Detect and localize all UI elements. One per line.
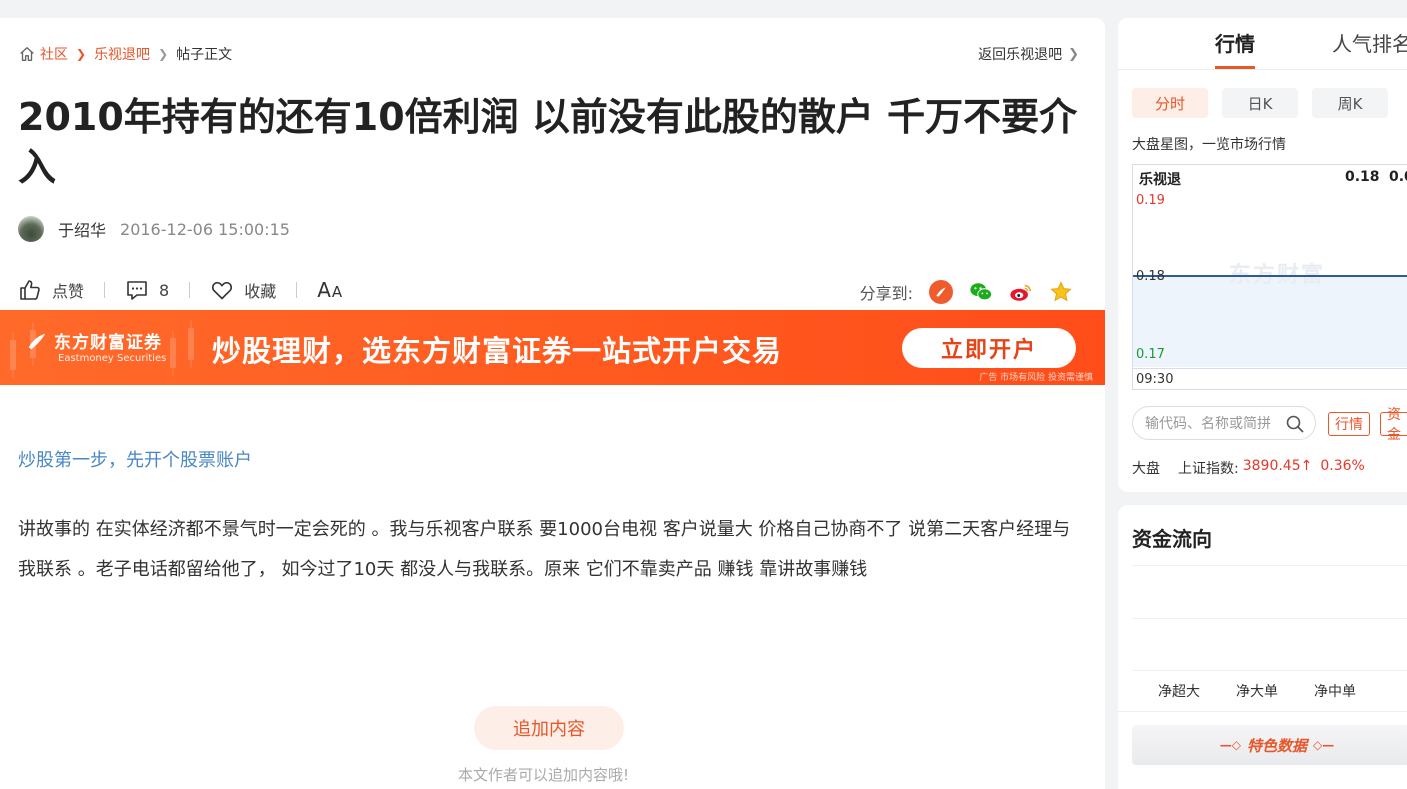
open-account-link[interactable]: 炒股第一步，先开个股票账户: [18, 446, 252, 472]
price-mid-label: 0.18: [1136, 269, 1165, 284]
market-card: 行情 人气排名 分时 日K 周K 大盘星图，一览市场行情 乐视退 0.18 0.…: [1118, 18, 1407, 492]
ad-banner[interactable]: 东方财富证券 Eastmoney Securities 炒股理财，选东方财富证券…: [0, 310, 1105, 385]
author-name[interactable]: 于绍华: [58, 217, 106, 241]
post-card: 社区 ❯ 乐视退吧 ❯ 帖子正文 返回乐视退吧 ❯ 2010年持有的还有10倍利…: [0, 18, 1105, 789]
comment-icon: [127, 281, 147, 300]
eastmoney-share-icon[interactable]: [929, 280, 953, 304]
market-index-row[interactable]: 大盘 上证指数: 3890.45 ↑ 0.36%: [1132, 458, 1365, 478]
breadcrumb: 社区 ❯ 乐视退吧 ❯ 帖子正文: [18, 44, 232, 64]
market-tabs: 行情 人气排名: [1118, 18, 1407, 70]
stock-name: 乐视退: [1139, 172, 1181, 188]
chart-period-tabs: 分时 日K 周K: [1132, 88, 1388, 118]
append-tip: 本文作者可以追加内容哦!: [457, 766, 629, 784]
quotes-pill-button[interactable]: 行情: [1328, 412, 1370, 436]
favorite-label: 收藏: [244, 282, 277, 301]
chart-fill: [1133, 277, 1407, 367]
divider: [104, 282, 106, 298]
weibo-share-icon[interactable]: [1009, 280, 1033, 304]
ad-disclaimer: 广告 市场有风险 投资需谨慎: [979, 373, 1093, 383]
home-icon[interactable]: [18, 45, 36, 63]
share-label: 分享到:: [859, 284, 913, 303]
post-title: 2010年持有的还有10倍利润 以前没有此股的散户 千万不要介入: [18, 95, 1078, 189]
like-label: 点赞: [52, 282, 85, 301]
font-size-large-label: A: [317, 278, 332, 302]
feature-data-label: 特色数据: [1246, 736, 1307, 755]
favorite-button[interactable]: 收藏: [210, 278, 276, 302]
logo-cn-text: 东方财富证券: [54, 333, 162, 353]
author-row: 于绍华 2016-12-06 15:00:15: [18, 216, 290, 242]
comment-button[interactable]: 8: [125, 278, 169, 302]
divider: [296, 282, 298, 298]
banner-slogan: 炒股理财，选东方财富证券一站式开户交易: [212, 334, 783, 368]
wechat-share-icon[interactable]: [969, 280, 993, 304]
price-low-label: 0.17: [1136, 347, 1165, 362]
divider: [1118, 711, 1407, 712]
chevron-right-icon: ❯: [158, 47, 169, 61]
breadcrumb-community[interactable]: 社区: [40, 44, 68, 64]
eastmoney-logo: 东方财富证券 Eastmoney Securities: [26, 328, 166, 364]
back-to-forum-label: 返回乐视退吧: [978, 47, 1063, 63]
funds-pill-button[interactable]: 资金: [1380, 407, 1407, 443]
tab-popularity[interactable]: 人气排名: [1332, 28, 1407, 57]
tab-quotes[interactable]: 行情: [1215, 28, 1255, 69]
action-row: 点赞 8 收藏 AA: [18, 274, 343, 306]
fund-flow-title: 资金流向: [1132, 527, 1212, 551]
diamond-line-decoration: —◇: [1219, 738, 1241, 752]
fund-flow-card: 资金流向 净超大 净大单 净中单 —◇ 特色数据 ◇—: [1118, 505, 1407, 789]
market-tip: 大盘星图，一览市场行情: [1132, 137, 1286, 153]
price-high-label: 0.19: [1136, 193, 1165, 208]
diamond-line-decoration: ◇—: [1313, 738, 1335, 752]
chevron-right-icon: ❯: [1068, 46, 1079, 62]
heart-icon: [212, 281, 233, 300]
chart-watermark: 东方财富: [1229, 263, 1326, 288]
append-content-button[interactable]: 追加内容: [474, 706, 624, 750]
stock-search-input[interactable]: 输代码、名称或简拼: [1132, 406, 1316, 440]
fund-flow-labels: 净超大 净大单 净中单: [1158, 681, 1356, 701]
stock-change: 0.0: [1389, 169, 1407, 185]
fund-flow-chart: [1132, 565, 1407, 671]
thumbs-up-icon: [20, 280, 40, 300]
font-size-small-label: A: [331, 283, 344, 301]
tab-daily-k[interactable]: 日K: [1222, 88, 1298, 118]
flow-label-medium: 净中单: [1314, 684, 1356, 700]
post-body: 讲故事的 在实体经济都不景气时一定会死的 。我与乐视客户联系 要1000台电视 …: [18, 519, 1071, 580]
chevron-right-icon: ❯: [76, 47, 87, 61]
up-arrow-icon: ↑: [1300, 458, 1313, 474]
index-value: 3890.45: [1242, 458, 1301, 474]
eastmoney-logo-icon: [28, 333, 46, 349]
post-time: 2016-12-06 15:00:15: [120, 219, 290, 239]
share-bar: 分享到:: [860, 280, 1073, 304]
flow-label-large: 净大单: [1236, 684, 1278, 700]
price-line: [1133, 275, 1407, 277]
tab-intraday[interactable]: 分时: [1132, 88, 1208, 118]
breadcrumb-current: 帖子正文: [176, 47, 233, 63]
index-change: 0.36%: [1320, 458, 1365, 474]
logo-en-text: Eastmoney Securities: [58, 353, 167, 364]
flow-label-super-large: 净超大: [1158, 684, 1200, 700]
breadcrumb-forum[interactable]: 乐视退吧: [94, 44, 150, 64]
star-share-icon[interactable]: [1049, 280, 1073, 304]
open-account-button[interactable]: 立即开户: [902, 328, 1076, 368]
feature-data-button[interactable]: —◇ 特色数据 ◇—: [1132, 725, 1407, 765]
index-name: 上证指数:: [1178, 461, 1239, 477]
avatar[interactable]: [18, 216, 44, 242]
font-size-button[interactable]: AA: [317, 278, 343, 302]
divider: [189, 282, 191, 298]
index-section-label: 大盘: [1132, 461, 1160, 477]
tab-weekly-k[interactable]: 周K: [1312, 88, 1388, 118]
intraday-chart[interactable]: 乐视退 0.18 0.0 东方财富 0.19 0.18 0.17 09:30: [1132, 164, 1407, 390]
search-placeholder: 输代码、名称或简拼: [1145, 416, 1271, 432]
back-to-forum-link[interactable]: 返回乐视退吧 ❯: [978, 44, 1079, 64]
chart-header: 乐视退 0.18 0.0: [1139, 169, 1407, 189]
stock-price: 0.18: [1345, 169, 1380, 185]
start-time-label: 09:30: [1136, 372, 1174, 387]
search-icon[interactable]: [1285, 414, 1305, 434]
like-button[interactable]: 点赞: [18, 278, 84, 302]
comment-count: 8: [159, 280, 170, 300]
